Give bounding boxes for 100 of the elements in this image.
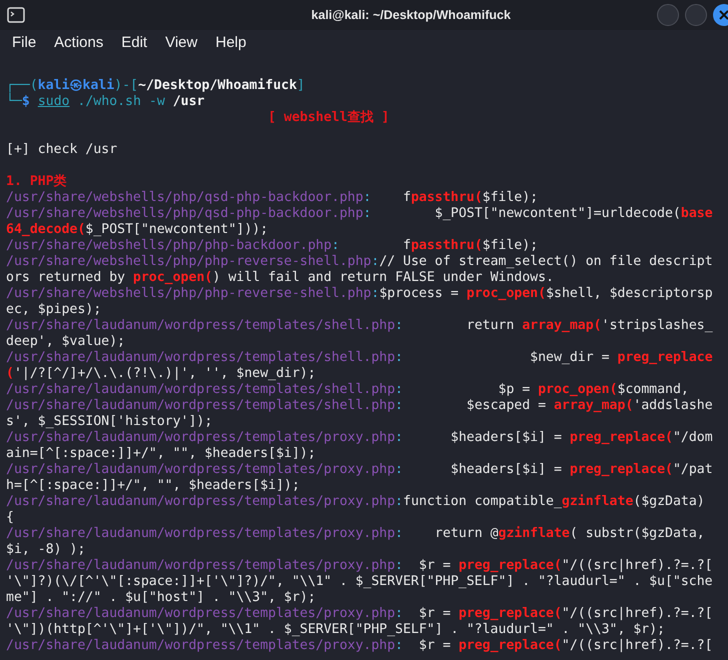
code-text: ($gzData) [633, 494, 705, 510]
matched-function: array_map( [522, 318, 602, 334]
code-text: $headers[$i] = [450, 462, 563, 478]
matched-function: gzinflate [562, 494, 634, 510]
code-text: { [6, 510, 14, 526]
code-text: $i, -8) ); [6, 542, 86, 558]
path-separator: : [395, 430, 403, 446]
menu-item[interactable]: Help [215, 32, 246, 54]
matched-function: preg_replace [617, 350, 713, 366]
code-text: me"] . "://" . $u["host"] . "\\3", $r); [6, 590, 316, 606]
menu-item[interactable]: Edit [121, 32, 148, 54]
matched-function: 64_decode( [6, 222, 86, 238]
path-separator: : [395, 494, 403, 510]
matched-function: proc_open( [466, 286, 546, 302]
path-separator: : [395, 526, 403, 542]
file-path: /usr/share/webshells/php/php-reverse-shell.php [6, 254, 372, 270]
minimize-button[interactable] [657, 4, 679, 26]
path-separator: : [395, 606, 403, 622]
prompt-symbol: $ [22, 94, 30, 110]
section-heading: 1. PHP类 [6, 174, 67, 190]
path-separator: : [332, 238, 340, 254]
command-text: sudo [38, 94, 70, 110]
code-text: return @ [434, 526, 498, 542]
prompt-frame: )-[ [114, 78, 138, 94]
prompt-frame: ] [296, 78, 305, 94]
matched-function: proc_open( [538, 382, 618, 398]
file-path: /usr/share/laudanum/wordpress/templates/shell.php [6, 318, 396, 334]
path-separator: : [363, 190, 372, 206]
code-text: '\"]?)(\/[^'\"[:space:]]+['\"]?)/", "\\1" . $_SERVER["PHP_SELF"] . "?laudurl=" . $u["sche [6, 574, 713, 590]
code-text: f [402, 190, 411, 206]
file-path: /usr/share/laudanum/wordpress/templates/proxy.php [6, 494, 396, 510]
path-separator: : [395, 462, 403, 478]
code-text: // Use of stream_select() on file descript [379, 254, 713, 270]
code-text: $headers[$i] = [450, 430, 563, 446]
code-text: ain=[^[:space:]]+/", "", $headers[$i]); [6, 446, 316, 462]
matched-function: preg_replace( [458, 638, 562, 654]
code-text: $command, [617, 382, 689, 398]
code-text: h=[^[:space:]]+/", "", $headers[$i]); [6, 478, 300, 494]
banner-text: [ webshell查找 ] [268, 110, 390, 126]
close-icon [719, 10, 728, 20]
path-separator: : [395, 318, 403, 334]
matched-function: proc_open( [133, 270, 212, 286]
code-text: "/pat [672, 462, 713, 478]
code-text: deep', $value); [6, 334, 126, 350]
file-path: /usr/share/webshells/php/qsd-php-backdoor.php [6, 206, 364, 222]
code-text: $r = [418, 558, 452, 574]
file-path: /usr/share/laudanum/wordpress/templates/proxy.php [6, 558, 396, 574]
prompt-user: kali㉿kali [38, 78, 114, 94]
menu-item[interactable]: Actions [54, 32, 104, 54]
code-text: $_POST["newcontent"]=urldecode( [434, 206, 681, 222]
matched-function: preg_replace( [458, 558, 562, 574]
file-path: /usr/share/laudanum/wordpress/templates/proxy.php [6, 638, 396, 654]
code-text: $escaped = [466, 398, 547, 414]
file-path: /usr/share/laudanum/wordpress/templates/proxy.php [6, 430, 396, 446]
code-text: ( substr($gzData, [570, 526, 705, 542]
matched-function: preg_replace( [570, 430, 673, 446]
code-text: '|/?[^/]+/\.\.(?!\.)|', '', $new_dir); [14, 366, 316, 382]
output-text: [+] check /usr [6, 142, 118, 158]
file-path: /usr/share/laudanum/wordpress/templates/proxy.php [6, 526, 396, 542]
file-path: /usr/share/laudanum/wordpress/templates/shell.php [6, 398, 396, 414]
code-text: "/((src|href).?=.?[ [562, 606, 713, 622]
code-text: "/dom [672, 430, 713, 446]
prompt-frame: ┌──( [6, 78, 38, 94]
terminal-icon [7, 7, 25, 23]
code-text: $p = [497, 382, 532, 398]
file-path: /usr/share/webshells/php/php-backdoor.php [6, 238, 332, 254]
menu-item[interactable]: View [165, 32, 198, 54]
code-text: "/((src|href).?=.?[ [562, 638, 713, 654]
code-text: $file); [482, 238, 538, 254]
code-text: function compatible_ [403, 494, 562, 510]
code-text: $_POST["newcontent"])); [85, 222, 268, 238]
path-separator: : [363, 206, 372, 222]
window-title: kali@kali: ~/Desktop/Whoamifuck [311, 6, 511, 24]
maximize-button[interactable] [685, 4, 707, 26]
matched-function: preg_replace( [570, 462, 673, 478]
path-separator: : [395, 638, 403, 654]
file-path: /usr/share/laudanum/wordpress/templates/proxy.php [6, 462, 396, 478]
code-text: $r = [418, 638, 452, 654]
code-text: $process = [379, 286, 460, 302]
file-path: /usr/share/laudanum/wordpress/templates/proxy.php [6, 606, 396, 622]
path-separator: : [395, 382, 403, 398]
menu-item[interactable]: File [12, 32, 36, 54]
file-path: /usr/share/laudanum/wordpress/templates/shell.php [6, 382, 396, 398]
matched-function: preg_replace( [458, 606, 562, 622]
prompt-frame: └─ [6, 94, 22, 110]
code-text: f [402, 238, 411, 254]
code-text: $new_dir = [529, 350, 610, 366]
code-text: return [466, 318, 516, 334]
path-separator: : [371, 286, 380, 302]
path-separator: : [371, 254, 380, 270]
path-separator: : [395, 398, 403, 414]
code-text: '\"])(http[^'\"]+['\"])/", "\\1" . $_SERVER["PHP_SELF"] . "?laudurl=" . "\\3", $r); [6, 622, 665, 638]
command-text: ./who.sh -w [76, 94, 166, 110]
matched-function: array_map( [554, 398, 634, 414]
code-text: $file); [482, 190, 538, 206]
code-text: $r = [418, 606, 452, 622]
path-separator: : [395, 558, 403, 574]
code-text: 'stripslashes_ [602, 318, 713, 334]
file-path: /usr/share/webshells/php/php-reverse-shell.php [6, 286, 372, 302]
matched-function: ( [6, 366, 14, 382]
